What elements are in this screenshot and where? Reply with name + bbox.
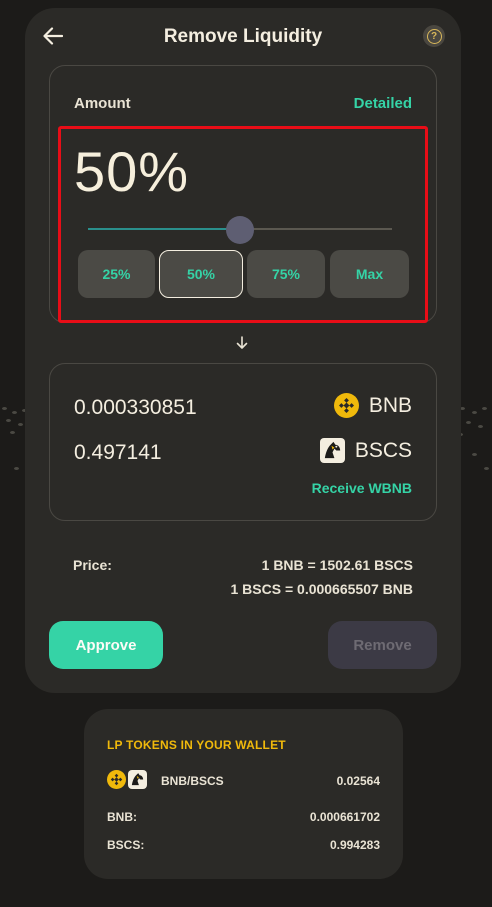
lp-pair-name: BNB/BSCS bbox=[161, 774, 224, 788]
percent-button-25[interactable]: 25% bbox=[78, 250, 155, 298]
amount-panel: Amount Detailed 50% 25% 50% 75% Max bbox=[49, 65, 437, 323]
bscs-icon bbox=[319, 438, 345, 463]
bnb-receive-amount: 0.000330851 bbox=[74, 396, 197, 419]
approve-button[interactable]: Approve bbox=[49, 621, 163, 669]
bscs-token: BSCS bbox=[319, 438, 412, 463]
percent-display: 50% bbox=[74, 140, 190, 203]
percent-button-max[interactable]: Max bbox=[330, 250, 409, 298]
lp-pair-icons bbox=[107, 770, 147, 789]
price-bnb-to-bscs: 1 BNB = 1502.61 BSCS bbox=[261, 557, 413, 573]
lp-bscs-label: BSCS: bbox=[107, 838, 145, 852]
slider-fill bbox=[88, 228, 240, 230]
receive-panel: 0.000330851 BNB 0.497141 BSCS Receive WB… bbox=[49, 363, 437, 521]
bnb-symbol: BNB bbox=[368, 393, 412, 417]
header: Remove Liquidity ? bbox=[25, 8, 461, 66]
slider-thumb[interactable] bbox=[226, 216, 254, 244]
lp-tokens-title: LP TOKENS IN YOUR WALLET bbox=[107, 738, 286, 752]
amount-slider[interactable] bbox=[88, 214, 392, 244]
question-icon: ? bbox=[426, 28, 442, 44]
arrow-down-icon bbox=[233, 333, 251, 353]
bnb-icon bbox=[107, 770, 126, 789]
percent-button-50[interactable]: 50% bbox=[159, 250, 243, 298]
lp-bnb-value: 0.000661702 bbox=[309, 810, 380, 824]
remove-liquidity-card: Remove Liquidity ? Amount Detailed 50% 2… bbox=[25, 8, 461, 693]
price-label: Price: bbox=[73, 557, 112, 573]
bnb-token: BNB bbox=[333, 393, 412, 418]
remove-button[interactable]: Remove bbox=[328, 621, 437, 669]
page-title: Remove Liquidity bbox=[163, 26, 323, 47]
help-button[interactable]: ? bbox=[423, 25, 445, 47]
lp-bscs-value: 0.994283 bbox=[329, 838, 380, 852]
bscs-icon bbox=[128, 770, 147, 789]
lp-tokens-card: LP TOKENS IN YOUR WALLET BNB/BSCS 0.0256… bbox=[84, 709, 403, 879]
lp-pair-amount: 0.02564 bbox=[336, 774, 380, 788]
detailed-toggle[interactable]: Detailed bbox=[354, 95, 412, 112]
bscs-receive-amount: 0.497141 bbox=[74, 441, 162, 464]
bscs-symbol: BSCS bbox=[354, 438, 412, 462]
amount-label: Amount bbox=[74, 95, 131, 112]
receive-wbnb-link[interactable]: Receive WBNB bbox=[312, 480, 412, 496]
bnb-icon bbox=[333, 393, 359, 418]
lp-bnb-label: BNB: bbox=[107, 810, 137, 824]
price-bscs-to-bnb: 1 BSCS = 0.000665507 BNB bbox=[230, 581, 414, 597]
percent-button-75[interactable]: 75% bbox=[247, 250, 325, 298]
